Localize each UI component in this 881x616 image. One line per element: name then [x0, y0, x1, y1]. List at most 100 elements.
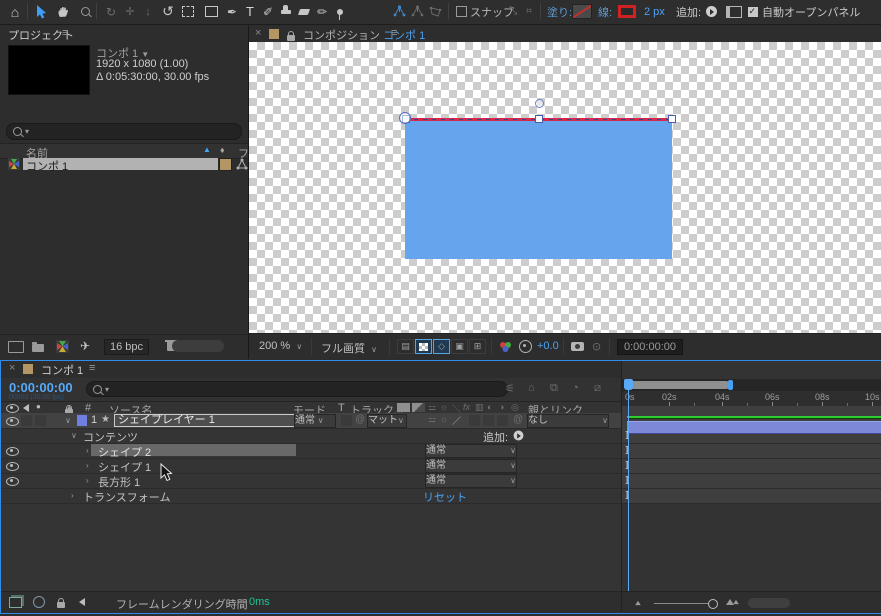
- current-timecode[interactable]: 0:00:00:00: [9, 380, 73, 395]
- project-item-name[interactable]: コンポ 1: [23, 158, 218, 170]
- pixel-aspect-correction-button[interactable]: ⊞: [469, 339, 486, 354]
- group-row-rectangle-1[interactable]: › 長方形 1 通常∨: [1, 473, 621, 489]
- workspace-panel-button[interactable]: [726, 3, 742, 20]
- footer-lock-icon[interactable]: [57, 602, 65, 608]
- timeline-search-input[interactable]: ▾: [86, 381, 508, 397]
- graph-editor-icon[interactable]: ⧄: [594, 382, 601, 395]
- viewer-timecode-field[interactable]: 0:00:00:00: [617, 339, 683, 355]
- brush-tool-button[interactable]: ✐: [259, 3, 277, 20]
- draft-3d-icon[interactable]: ⌂: [528, 382, 535, 394]
- timeline-zoom-slider-track[interactable]: [654, 603, 712, 604]
- eraser-tool-button[interactable]: [295, 3, 313, 20]
- transform-reset-link[interactable]: リセット: [423, 489, 467, 505]
- zoom-out-frames-icon[interactable]: [635, 601, 641, 605]
- interpret-footage-icon[interactable]: [8, 341, 24, 353]
- view-axis-mode-button[interactable]: [426, 3, 444, 20]
- shape2-eye-icon[interactable]: [6, 447, 19, 456]
- exposure-value[interactable]: +0.0: [537, 340, 559, 352]
- project-panel-menu-icon[interactable]: ≡: [62, 27, 68, 39]
- anchor-point-handle[interactable]: [399, 112, 411, 124]
- puppet-pin-tool-button[interactable]: [331, 3, 349, 20]
- choose-grid-guides-button[interactable]: ▤: [397, 339, 414, 354]
- mini-flowchart-icon[interactable]: ⚟: [505, 382, 515, 395]
- contents-expand-arrow[interactable]: ∨: [71, 431, 77, 440]
- layer1-solo-cell[interactable]: [35, 415, 46, 426]
- show-snapshot-icon[interactable]: ⊙: [592, 340, 601, 353]
- layer1-switch-cell-1[interactable]: [469, 415, 480, 426]
- project-footer-pill[interactable]: [172, 340, 224, 352]
- timeline-navigator-track[interactable]: [622, 379, 881, 391]
- add-button[interactable]: [704, 3, 718, 20]
- shy-layers-icon[interactable]: ⧉: [550, 382, 558, 395]
- sort-arrow-icon[interactable]: ▲: [203, 145, 211, 154]
- selection-tool-button[interactable]: [32, 3, 50, 20]
- timeline-h-scrollbar[interactable]: [748, 598, 790, 608]
- comp-thumbnail[interactable]: [8, 45, 90, 95]
- path-handle-right[interactable]: [668, 115, 676, 123]
- viewer-tab-label-chip[interactable]: [269, 29, 279, 39]
- dependencies-icon[interactable]: [236, 158, 248, 170]
- fill-label[interactable]: 塗り:: [547, 3, 572, 20]
- viewer-panel-menu-icon[interactable]: ≡: [391, 27, 397, 39]
- label-column-icon-tl[interactable]: ♦: [67, 403, 72, 413]
- label-color-chip[interactable]: [219, 158, 232, 171]
- layer1-parent-dropdown[interactable]: なし∨: [527, 414, 609, 428]
- new-folder-icon[interactable]: [32, 344, 44, 352]
- viewer-lock-icon[interactable]: [287, 35, 295, 41]
- pan-camera-tool-button[interactable]: ✛: [121, 3, 139, 20]
- layer1-preserve-cell[interactable]: [341, 415, 352, 426]
- bpc-button[interactable]: 16 bpc: [104, 339, 149, 355]
- region-of-interest-button[interactable]: ▣: [451, 339, 468, 354]
- layer1-audio-cell[interactable]: [21, 415, 32, 426]
- shape2-expand-arrow[interactable]: ›: [86, 446, 89, 455]
- timeline-tab-close-icon[interactable]: ×: [9, 362, 15, 374]
- rectangle-tool-button[interactable]: [201, 3, 221, 20]
- navigator-handle-right[interactable]: [728, 380, 733, 390]
- shape-rectangle[interactable]: [405, 118, 672, 259]
- time-ruler[interactable]: 0s 02s 04s 06s 08s 10s: [622, 391, 881, 407]
- stroke-swatch[interactable]: [616, 3, 638, 20]
- rect1-eye-icon[interactable]: [6, 477, 19, 486]
- layer1-quality-switch[interactable]: ／: [452, 414, 461, 427]
- layer1-matte-dropdown[interactable]: マット∨: [367, 414, 407, 428]
- group-row-transform[interactable]: › トランスフォーム リセット: [1, 488, 621, 504]
- transform-label[interactable]: トランスフォーム: [83, 489, 170, 505]
- shape2-mode-dropdown[interactable]: 通常∨: [425, 444, 517, 458]
- exposure-icon[interactable]: [519, 340, 532, 353]
- layer1-parent-pickwhip-icon[interactable]: @: [513, 414, 523, 425]
- timeline-zoom-slider-knob[interactable]: [708, 599, 718, 609]
- shape1-eye-icon[interactable]: [6, 462, 19, 471]
- type-tool-button[interactable]: T: [241, 3, 259, 20]
- layer1-shy-switch[interactable]: ⚍: [428, 414, 436, 425]
- pan-behind-tool-button[interactable]: [178, 3, 198, 20]
- new-composition-icon[interactable]: [56, 340, 69, 353]
- rect1-expand-arrow[interactable]: ›: [86, 476, 89, 485]
- footer-audio-icon[interactable]: [79, 598, 85, 606]
- resolution-dropdown[interactable]: フル画質 ∨: [321, 340, 377, 356]
- orbit-camera-tool-button[interactable]: ↻: [101, 3, 121, 20]
- auto-open-checkbox[interactable]: ✓: [746, 3, 759, 20]
- label-column-icon[interactable]: ♦: [220, 145, 225, 155]
- composition-canvas[interactable]: [249, 42, 881, 333]
- draft-mode-icon[interactable]: [33, 596, 45, 608]
- snapshot-camera-icon[interactable]: [571, 342, 584, 351]
- audio-column-icon[interactable]: [23, 404, 29, 412]
- contents-add-button[interactable]: [514, 431, 524, 441]
- layer-row-shape-layer-1[interactable]: ∨ 1 ★ シェイプレイヤー 1 通常 ∨ @ マット∨ ⚍ ☼ ／ @ なし∨: [1, 413, 621, 429]
- viewer-tab-close-icon[interactable]: ×: [255, 27, 261, 39]
- show-channel-icon[interactable]: [499, 341, 512, 353]
- snap-options-button-1[interactable]: ⤡: [506, 3, 520, 20]
- rect1-mode-dropdown[interactable]: 通常∨: [425, 474, 517, 488]
- pen-tool-button[interactable]: ✒: [223, 3, 241, 20]
- shape1-expand-arrow[interactable]: ›: [86, 461, 89, 470]
- layer-duration-bar[interactable]: [627, 421, 881, 434]
- roto-brush-tool-button[interactable]: ✏: [313, 3, 331, 20]
- magnification-dropdown[interactable]: 200 % ∨: [259, 340, 302, 352]
- layer1-expand-arrow[interactable]: ∨: [65, 416, 71, 425]
- layer1-switch-cell-2[interactable]: [483, 415, 494, 426]
- live-update-icon[interactable]: [9, 597, 22, 608]
- fill-swatch[interactable]: [572, 3, 592, 20]
- timeline-tab-label-chip[interactable]: [23, 364, 33, 374]
- transparency-grid-button[interactable]: [415, 339, 432, 354]
- layer1-color-chip[interactable]: [77, 415, 87, 426]
